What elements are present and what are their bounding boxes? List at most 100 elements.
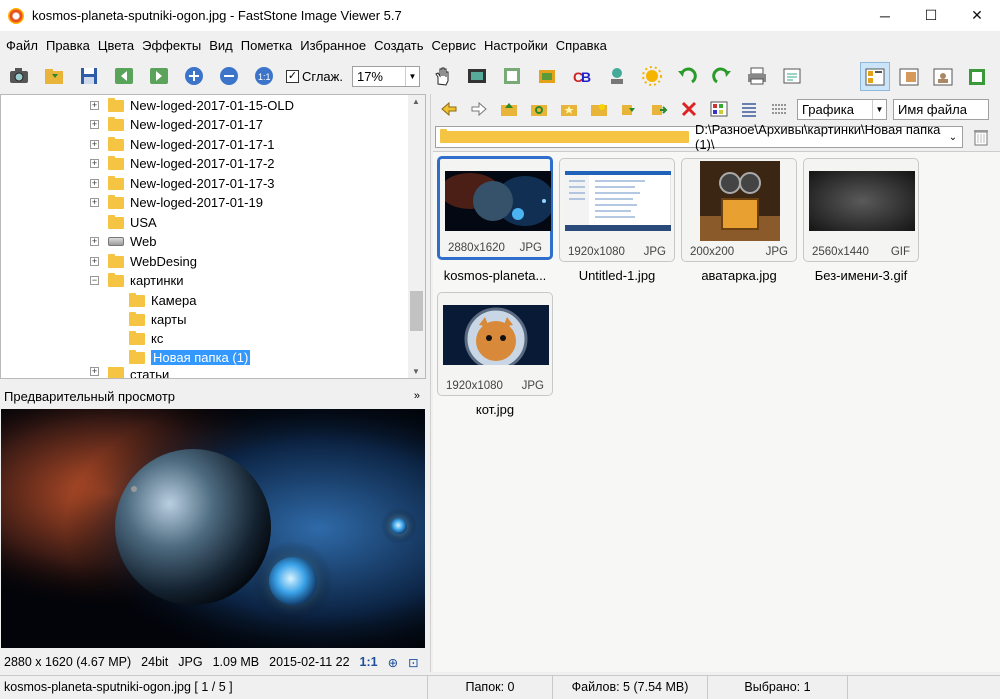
thumbnail-card[interactable]: 2560x1440 GIF [803,158,919,262]
slideshow-icon[interactable] [464,63,490,89]
scrollbar-thumb[interactable] [410,291,423,331]
expand-icon[interactable]: + [90,179,99,188]
path-combo[interactable]: D:\Разное\Архивы\картинки\Новая папка (1… [435,122,963,152]
tree-item-selected[interactable]: Новая папка (1) [111,348,251,367]
expand-icon[interactable]: + [90,120,99,129]
rotate-left-icon[interactable] [674,63,700,89]
panel-splitter[interactable] [430,94,431,672]
tree-item[interactable]: − картинки [90,271,184,290]
sort-by-select[interactable]: Имя файла [893,98,989,120]
thumbnail-card[interactable]: 1920x1080 JPG [437,292,553,396]
expand-icon[interactable]: + [90,140,99,149]
thumbnail-card[interactable]: 200x200 JPG [681,158,797,262]
details-view-icon[interactable] [737,97,761,121]
thumbnail-name[interactable]: аватарка.jpg [681,268,797,283]
browser-view-icon[interactable] [860,62,890,91]
file-filter-select[interactable]: Графика ▼ [797,98,887,120]
tree-item[interactable]: карты [111,310,186,329]
tree-item[interactable]: + New-loged-2017-01-19 [90,193,263,212]
folder-tree[interactable]: + New-loged-2017-01-15-OLD + New-loged-201… [0,94,426,379]
tree-item[interactable]: Камера [111,291,196,310]
expand-icon[interactable]: + [90,257,99,266]
refresh-icon[interactable] [527,97,551,121]
new-folder-icon[interactable] [587,97,611,121]
tree-item[interactable]: + New-loged-2017-01-17-2 [90,154,275,173]
menu-colors[interactable]: Цвета [94,35,138,57]
thumbnail-name[interactable]: кот.jpg [437,402,553,417]
menu-help[interactable]: Справка [552,35,611,57]
prev-image-icon[interactable] [111,63,137,89]
chevron-down-icon[interactable]: ⌄ [944,128,962,147]
move-to-icon[interactable] [647,97,671,121]
menu-file[interactable]: Файл [2,35,42,57]
copy-to-icon[interactable] [617,97,641,121]
tree-item[interactable]: USA [90,213,157,232]
scroll-up-icon[interactable]: ▲ [412,97,420,106]
preview-image[interactable] [1,409,425,648]
smooth-checkbox[interactable]: ✓ Сглаж. [286,69,343,84]
color-adjust-icon[interactable]: CB [569,63,595,89]
crop-icon[interactable] [534,63,560,89]
tree-item[interactable]: + New-loged-2017-01-15-OLD [90,96,294,115]
batch-icon[interactable] [779,63,805,89]
delete-icon[interactable] [677,97,701,121]
thumbnail-name[interactable]: kosmos-planeta... [437,268,553,283]
open-folder-icon[interactable] [41,63,67,89]
tree-item[interactable]: + Web [90,232,157,251]
next-image-icon[interactable] [146,63,172,89]
preview-view-icon[interactable] [894,62,924,91]
recycle-bin-icon[interactable] [971,127,991,147]
close-button[interactable]: ✕ [954,0,1000,31]
tree-scrollbar[interactable]: ▲ ▼ [408,95,425,378]
resize-icon[interactable] [499,63,525,89]
zoom-in-icon[interactable] [181,63,207,89]
menu-tag[interactable]: Пометка [237,35,296,57]
thumbnail-card[interactable]: 2880x1620 JPG [437,156,553,260]
fullsize-icon[interactable]: ⊡ [408,655,418,670]
fit-icon[interactable]: ⊕ [388,655,398,670]
hand-tool-icon[interactable] [429,63,455,89]
back-icon[interactable] [437,97,461,121]
zoom-out-icon[interactable] [216,63,242,89]
collapse-icon[interactable]: − [90,276,99,285]
favorite-folder-icon[interactable] [557,97,581,121]
menu-effects[interactable]: Эффекты [138,35,205,57]
maximize-button[interactable]: ☐ [908,0,954,31]
thumbnail-card[interactable]: 1920x1080 JPG [559,158,675,262]
tree-item[interactable]: + статьи [90,367,169,378]
stamp-icon[interactable] [604,63,630,89]
collapse-preview-icon[interactable]: » [414,390,420,402]
menu-settings[interactable]: Настройки [480,35,552,57]
fullscreen-icon[interactable] [962,62,992,91]
thumbnails-view-icon[interactable] [707,97,731,121]
zoom-select[interactable]: 17% ▼ [351,65,420,87]
actual-size-icon[interactable]: 1:1 [251,63,277,89]
camera-icon[interactable] [6,63,32,89]
thumbnail-name[interactable]: Untitled-1.jpg [559,268,675,283]
folder-up-icon[interactable] [497,97,521,121]
minimize-button[interactable]: ─ [862,0,908,31]
expand-icon[interactable]: + [90,101,99,110]
print-icon[interactable] [744,63,770,89]
menu-edit[interactable]: Правка [42,35,94,57]
forward-icon[interactable] [467,97,491,121]
rotate-right-icon[interactable] [709,63,735,89]
thumbnail-name[interactable]: Без-имени-3.gif [803,268,919,283]
sun-icon[interactable] [639,63,665,89]
thumbnail-browser[interactable]: 2880x1620 JPG kosmos-planeta... 1920x1080… [433,151,1000,672]
tree-item[interactable]: + New-loged-2017-01-17-1 [90,135,275,154]
tree-item[interactable]: + WebDesing [90,252,197,271]
expand-icon[interactable]: + [90,159,99,168]
save-icon[interactable] [76,63,102,89]
scroll-down-icon[interactable]: ▼ [412,367,420,376]
image-view-icon[interactable] [928,62,958,91]
menu-view[interactable]: Вид [205,35,237,57]
ratio-button[interactable]: 1:1 [360,655,378,669]
tree-item[interactable]: + New-loged-2017-01-17 [90,115,263,134]
tree-item[interactable]: кс [111,329,163,348]
menu-create[interactable]: Создать [370,35,427,57]
menu-tools[interactable]: Сервис [428,35,481,57]
expand-icon[interactable]: + [90,367,99,376]
tree-item[interactable]: + New-loged-2017-01-17-3 [90,174,275,193]
sort-options-icon[interactable] [767,97,791,121]
